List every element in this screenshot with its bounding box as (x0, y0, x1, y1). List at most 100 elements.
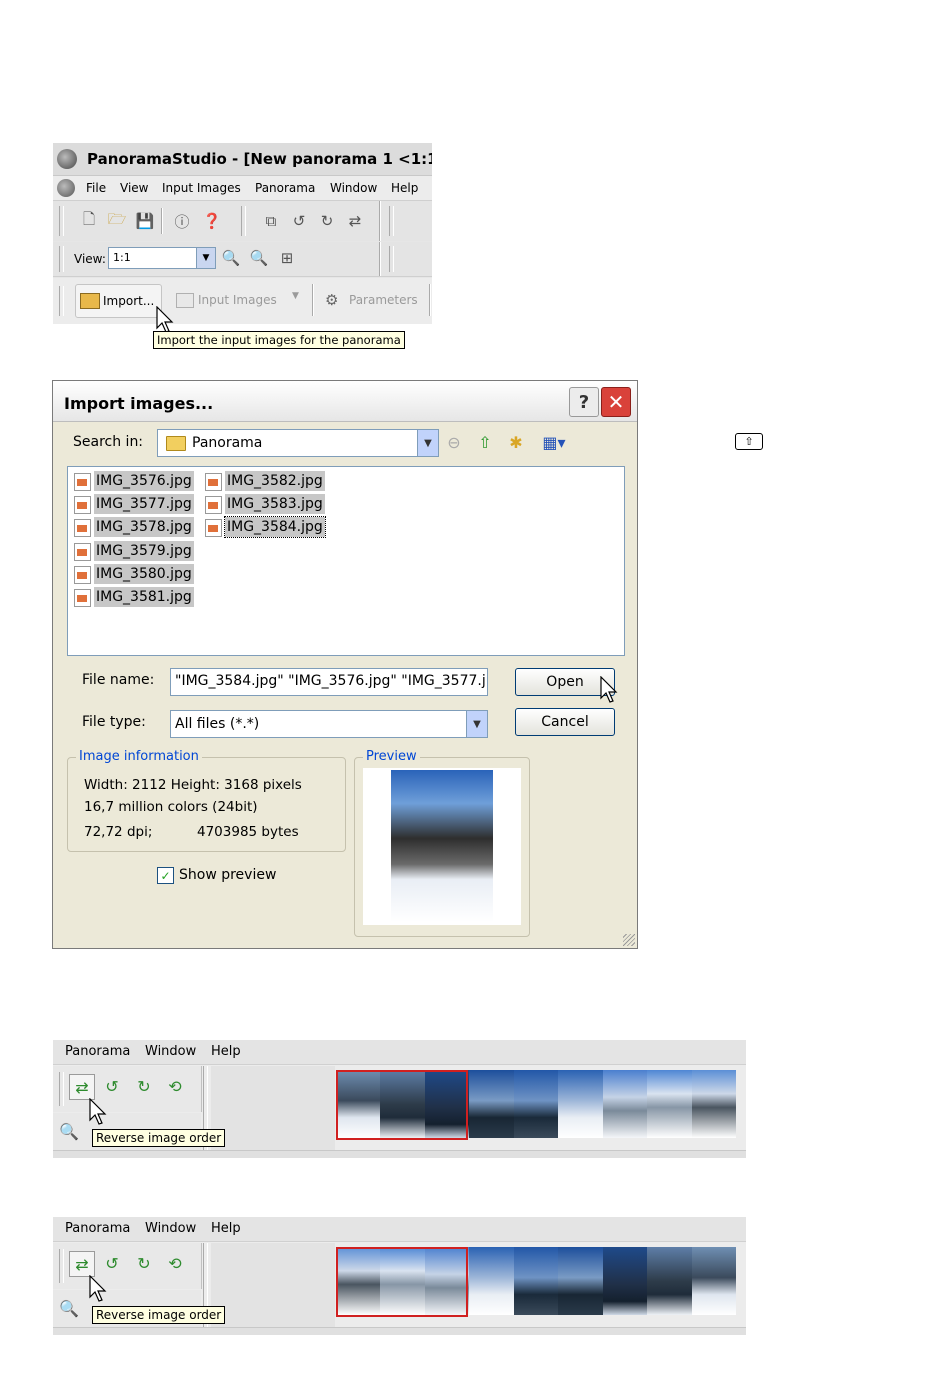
flip-icon[interactable]: ⟲ (163, 1251, 187, 1275)
import-button[interactable]: Import... (75, 284, 162, 318)
show-preview-checkbox[interactable]: ✓ (157, 867, 174, 884)
toolbar-separator (379, 201, 381, 241)
parameters-gear-icon: ⚙ (325, 291, 339, 309)
image-information-title: Image information (76, 749, 202, 764)
close-button[interactable]: ✕ (601, 387, 631, 417)
import-tooltip: Import the input images for the panorama (153, 331, 405, 349)
thumbnail[interactable] (469, 1247, 514, 1315)
mouse-cursor-icon (156, 306, 174, 333)
chevron-down-icon[interactable]: ▼ (196, 248, 215, 268)
input-images-button[interactable]: Input Images (198, 293, 277, 307)
toolbar-grip[interactable] (389, 246, 394, 272)
toolbar-grip[interactable] (59, 1072, 64, 1106)
system-menu-icon[interactable] (57, 179, 75, 197)
search-in-value: Panorama (192, 435, 263, 451)
menu-panorama[interactable]: Panorama (65, 1221, 130, 1236)
toolbar-grip[interactable] (59, 286, 64, 316)
open-folder-icon[interactable]: 🗁 (106, 210, 128, 232)
menu-view[interactable]: View (120, 181, 148, 195)
reverse-order-icon[interactable]: ⇄ (69, 1074, 95, 1100)
menu-help[interactable]: Help (211, 1044, 241, 1059)
menu-help[interactable]: Help (391, 181, 418, 195)
thumbnail[interactable] (513, 1070, 559, 1138)
menu-window[interactable]: Window (145, 1044, 196, 1059)
thumbnail[interactable] (602, 1070, 648, 1138)
menu-help[interactable]: Help (211, 1221, 241, 1236)
chevron-down-icon[interactable]: ▼ (292, 291, 299, 301)
image-dpi: 72,72 dpi; (84, 824, 153, 840)
file-name-field[interactable]: "IMG_3584.jpg" "IMG_3576.jpg" "IMG_3577.… (170, 668, 488, 696)
file-name: IMG_3580.jpg (94, 564, 194, 584)
view-zoom-select[interactable]: 1:1 ▼ (108, 247, 216, 269)
thumbnail[interactable] (513, 1247, 559, 1315)
thumbnail[interactable] (469, 1070, 514, 1138)
file-type-select[interactable]: All files (*.*) ▼ (170, 710, 488, 738)
new-file-icon[interactable]: 🗋 (78, 210, 100, 232)
menu-window[interactable]: Window (330, 181, 377, 195)
file-name: IMG_3582.jpg (225, 471, 325, 491)
show-preview-label: Show preview (179, 867, 277, 883)
rotate-left-icon[interactable]: ↺ (288, 210, 310, 232)
toolbar-separator (312, 284, 314, 316)
new-folder-icon[interactable]: ✱ (505, 431, 527, 453)
view-toolbar: View: 1:1 ▼ 🔍 🔍 ⊞ (53, 242, 432, 277)
dialog-title: Import images... (64, 394, 214, 413)
reverse-order-tooltip: Reverse image order (92, 1129, 226, 1147)
up-folder-icon[interactable]: ⇧ (474, 431, 496, 453)
rotate-left-icon[interactable]: ↺ (100, 1074, 124, 1098)
toolbar-grip[interactable] (59, 1249, 64, 1283)
thumbnail[interactable] (602, 1247, 648, 1315)
import-icon[interactable]: ⧉ (260, 210, 282, 232)
resize-grip[interactable] (623, 934, 635, 946)
jpg-file-icon (74, 496, 91, 514)
back-icon[interactable]: ⊖ (443, 431, 465, 453)
save-icon[interactable]: 💾 (134, 210, 156, 232)
file-name: IMG_3577.jpg (94, 494, 194, 514)
parameters-button[interactable]: Parameters (349, 293, 418, 307)
toolbar-grip[interactable] (59, 246, 64, 272)
jpg-file-icon (205, 496, 222, 514)
status-strip (53, 1327, 746, 1335)
rotate-right-icon[interactable]: ↻ (132, 1251, 156, 1275)
menu-window[interactable]: Window (145, 1221, 196, 1236)
thumbnail[interactable] (691, 1070, 736, 1138)
zoom-in-icon[interactable]: 🔍 (220, 247, 242, 269)
help-icon[interactable]: ❓ (201, 210, 223, 232)
rotate-right-icon[interactable]: ↻ (316, 210, 338, 232)
main-toolbar: 🗋 🗁 💾 ⓘ ❓ ⧉ ↺ ↻ ⇄ (53, 201, 432, 241)
toolbar-grip[interactable] (241, 206, 246, 236)
thumbnail[interactable] (558, 1247, 603, 1315)
rotate-right-icon[interactable]: ↻ (132, 1074, 156, 1098)
thumbnail[interactable] (647, 1070, 692, 1138)
search-in-select[interactable]: Panorama ▼ (157, 429, 439, 457)
workflow-toolbar: Import... Input Images ▼ ⚙ Parameters (53, 278, 432, 324)
toolbar-grip[interactable] (389, 206, 394, 236)
menu-file[interactable]: File (86, 181, 106, 195)
reverse-order-icon[interactable]: ⇄ (69, 1251, 95, 1277)
flip-icon[interactable]: ⟲ (163, 1074, 187, 1098)
workspace-gap (211, 1066, 335, 1150)
thumbnail[interactable] (691, 1247, 736, 1315)
menu-panorama[interactable]: Panorama (255, 181, 315, 195)
toolbar-grip[interactable] (59, 206, 64, 236)
image-toolbar: ⇄ ↺ ↻ ⟲ (53, 1243, 202, 1289)
zoom-icon[interactable]: 🔍 (57, 1119, 81, 1143)
thumbnail[interactable] (558, 1070, 603, 1138)
flip-icon[interactable]: ⇄ (344, 210, 366, 232)
file-list[interactable]: IMG_3576.jpg IMG_3577.jpg IMG_3578.jpg I… (67, 466, 625, 656)
zoom-icon[interactable]: 🔍 (57, 1296, 81, 1320)
preview-group: Preview (354, 749, 530, 937)
chevron-down-icon[interactable]: ▼ (466, 711, 487, 737)
rotate-left-icon[interactable]: ↺ (100, 1251, 124, 1275)
zoom-out-icon[interactable]: 🔍 (248, 247, 270, 269)
chevron-down-icon[interactable]: ▼ (417, 430, 438, 456)
menu-input-images[interactable]: Input Images (162, 181, 241, 195)
info-icon[interactable]: ⓘ (171, 210, 193, 232)
cancel-button[interactable]: Cancel (515, 708, 615, 736)
shift-key-icon: ⇧ (735, 433, 763, 450)
view-menu-icon[interactable]: ▦▾ (537, 431, 571, 453)
menu-panorama[interactable]: Panorama (65, 1044, 130, 1059)
help-button[interactable]: ? (569, 387, 599, 417)
zoom-fit-icon[interactable]: ⊞ (276, 247, 298, 269)
thumbnail[interactable] (647, 1247, 692, 1315)
